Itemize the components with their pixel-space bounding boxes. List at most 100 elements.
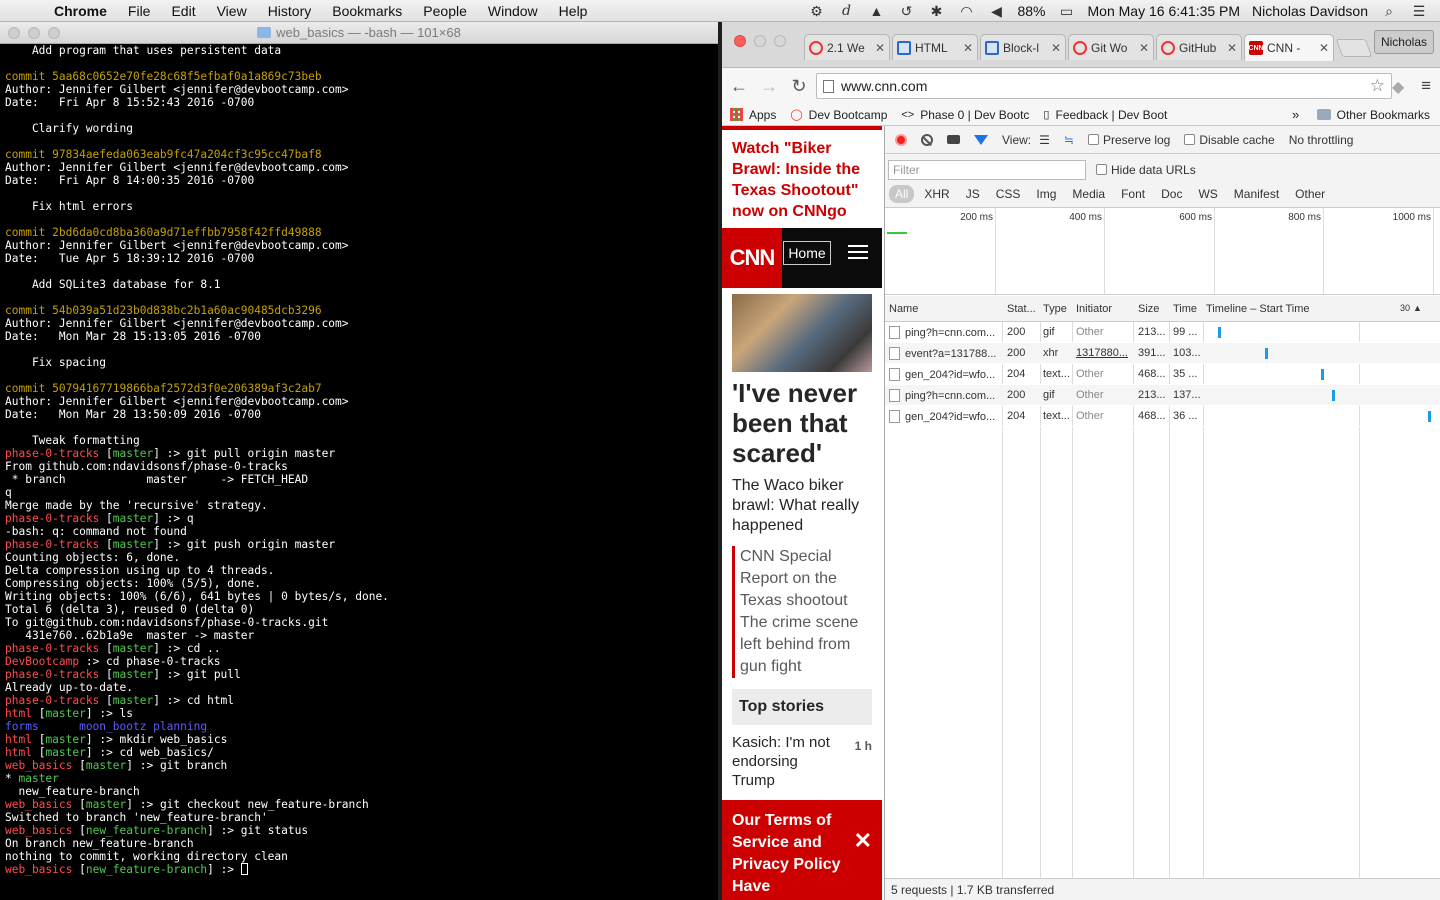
hamburger-menu-icon[interactable] <box>848 245 868 259</box>
story-link[interactable]: Kasich: I'm not endorsing Trump 1 h <box>732 733 872 790</box>
close-tab-icon[interactable]: ✕ <box>1051 41 1061 55</box>
zoom-window-button[interactable] <box>774 35 786 47</box>
forward-arrow-icon[interactable]: → <box>756 76 782 97</box>
menu-file[interactable]: File <box>128 3 151 19</box>
overview-icon[interactable]: ≒ <box>1064 133 1074 147</box>
preserve-log-checkbox[interactable]: Preserve log <box>1087 133 1170 147</box>
filter-manifest[interactable]: Manifest <box>1228 185 1285 203</box>
volume-icon[interactable]: ◀ <box>987 3 1005 20</box>
drive-icon[interactable]: ▲ <box>867 3 885 19</box>
record-icon[interactable] <box>895 133 907 146</box>
extension-icon[interactable]: ◆ <box>1392 77 1404 97</box>
close-icon[interactable]: ✕ <box>854 830 872 852</box>
chrome-menu-icon[interactable]: ≡ <box>1421 76 1431 96</box>
close-window-button[interactable] <box>734 35 746 47</box>
tab-git-workflow[interactable]: Git Wo ✕ <box>1068 34 1154 60</box>
filter-all[interactable]: All <box>889 185 915 203</box>
notification-center-icon[interactable]: ☰ <box>1410 3 1428 20</box>
network-overview[interactable]: 200 ms 400 ms 600 ms 800 ms 1000 ms <box>885 208 1440 295</box>
close-tab-icon[interactable]: ✕ <box>875 41 885 55</box>
new-tab-button[interactable] <box>1335 39 1373 57</box>
lead-headline[interactable]: 'I've never been that scared' <box>732 378 877 468</box>
related-link[interactable]: CNN Special Report on the Texas shootout <box>732 546 880 612</box>
column-timeline[interactable]: Timeline – Start Time <box>1206 303 1310 315</box>
clear-icon[interactable] <box>921 133 933 146</box>
table-row[interactable]: ping?h=cnn.com... 200 gif Other 213... 137... <box>885 385 1440 406</box>
spotlight-search-icon[interactable]: ⌕ <box>1380 3 1398 20</box>
watch-promo-link[interactable]: Watch "Biker Brawl: Inside the Texas Sho… <box>722 126 882 224</box>
checkbox[interactable] <box>1087 133 1099 145</box>
filter-doc[interactable]: Doc <box>1155 185 1188 203</box>
menu-help[interactable]: Help <box>559 3 588 19</box>
wifi-icon[interactable]: ◠ <box>957 3 975 20</box>
capture-screenshots-icon[interactable] <box>947 135 960 144</box>
time-machine-icon[interactable]: ↺ <box>897 3 915 20</box>
checkbox[interactable] <box>1184 133 1196 145</box>
vpn-icon[interactable]: ⚙ <box>807 3 825 20</box>
column-type[interactable]: Type <box>1043 303 1067 315</box>
column-name[interactable]: Name <box>889 303 918 315</box>
terminal-output[interactable]: Add program that uses persistent data com… <box>0 44 718 900</box>
tab-2-1-web[interactable]: 2.1 We ✕ <box>804 34 890 60</box>
tab-cnn[interactable]: CNN CNN - ✕ <box>1244 34 1334 61</box>
terminal-window[interactable]: web_basics — -bash — 101×68 Add program … <box>0 22 718 900</box>
filter-media[interactable]: Media <box>1066 185 1111 203</box>
menu-people[interactable]: People <box>423 3 467 19</box>
bookmark-phase-0[interactable]: <> Phase 0 | Dev Bootc <box>901 108 1029 122</box>
filter-img[interactable]: Img <box>1030 185 1062 203</box>
reload-icon[interactable]: ↻ <box>786 76 812 97</box>
sort-arrow-icon[interactable]: ▲ <box>1413 303 1422 313</box>
minimize-window-button[interactable] <box>754 35 766 47</box>
menu-view[interactable]: View <box>217 3 247 19</box>
column-size[interactable]: Size <box>1138 303 1159 315</box>
menu-app-chrome[interactable]: Chrome <box>54 3 107 19</box>
battery-percent[interactable]: 88% <box>1017 3 1045 19</box>
profile-button[interactable]: Nicholas <box>1373 30 1434 54</box>
battery-icon[interactable]: ▭ <box>1058 3 1076 20</box>
d-app-icon[interactable]: d <box>837 3 855 19</box>
menu-bookmarks[interactable]: Bookmarks <box>332 3 402 19</box>
filter-input[interactable]: Filter <box>888 160 1086 180</box>
column-time[interactable]: Time <box>1173 303 1197 315</box>
terminal-titlebar[interactable]: web_basics — -bash — 101×68 <box>0 22 718 44</box>
tab-github[interactable]: GitHub ✕ <box>1156 34 1242 60</box>
menu-history[interactable]: History <box>268 3 312 19</box>
column-initiator[interactable]: Initiator <box>1076 303 1112 315</box>
close-window-button[interactable] <box>8 27 20 39</box>
cnn-page[interactable]: Watch "Biker Brawl: Inside the Texas Sho… <box>722 126 882 900</box>
filter-font[interactable]: Font <box>1115 185 1151 203</box>
filter-ws[interactable]: WS <box>1192 185 1223 203</box>
bookmark-apps[interactable]: Apps <box>730 108 776 122</box>
more-bookmarks-chevron[interactable]: » <box>1292 107 1299 122</box>
url-text[interactable]: www.cnn.com <box>841 78 927 94</box>
close-tab-icon[interactable]: ✕ <box>1139 41 1149 55</box>
column-status[interactable]: Stat... <box>1007 303 1036 315</box>
table-row[interactable]: gen_204?id=wfo... 204 text... Other 468... 36… <box>885 406 1440 427</box>
bookmark-star-icon[interactable]: ☆ <box>1370 76 1385 96</box>
filter-js[interactable]: JS <box>960 185 986 203</box>
zoom-window-button[interactable] <box>48 27 60 39</box>
filter-icon[interactable] <box>974 134 988 145</box>
user-name[interactable]: Nicholas Davidson <box>1252 3 1368 19</box>
story-photo[interactable] <box>732 294 872 372</box>
checkbox[interactable] <box>1096 164 1107 175</box>
table-row[interactable]: ping?h=cnn.com... 200 gif Other 213... 99 ... <box>885 322 1440 343</box>
menu-edit[interactable]: Edit <box>171 3 195 19</box>
home-link[interactable]: Home <box>783 241 831 265</box>
menu-window[interactable]: Window <box>488 3 538 19</box>
filter-css[interactable]: CSS <box>990 185 1027 203</box>
address-bar[interactable]: www.cnn.com ☆ <box>816 73 1392 99</box>
cnn-logo[interactable]: CNN <box>722 228 782 288</box>
bookmark-dev-bootcamp[interactable]: ◯ Dev Bootcamp <box>790 108 887 122</box>
cell-initiator[interactable]: 1317880... <box>1076 347 1128 359</box>
close-tab-icon[interactable]: ✕ <box>963 41 973 55</box>
tab-html[interactable]: HTML ✕ <box>892 34 978 60</box>
lead-subhead[interactable]: The Waco biker brawl: What really happen… <box>732 476 877 536</box>
large-rows-icon[interactable]: ☰ <box>1039 133 1050 147</box>
close-tab-icon[interactable]: ✕ <box>1319 41 1329 55</box>
table-row[interactable]: event?a=131788... 200 xhr 1317880... 391... 1… <box>885 343 1440 364</box>
clock[interactable]: Mon May 16 6:41:35 PM <box>1088 3 1241 19</box>
tab-block[interactable]: Block-l ✕ <box>980 34 1066 60</box>
story-title[interactable]: Kasich: I'm not endorsing Trump <box>732 733 832 790</box>
filter-other[interactable]: Other <box>1289 185 1331 203</box>
